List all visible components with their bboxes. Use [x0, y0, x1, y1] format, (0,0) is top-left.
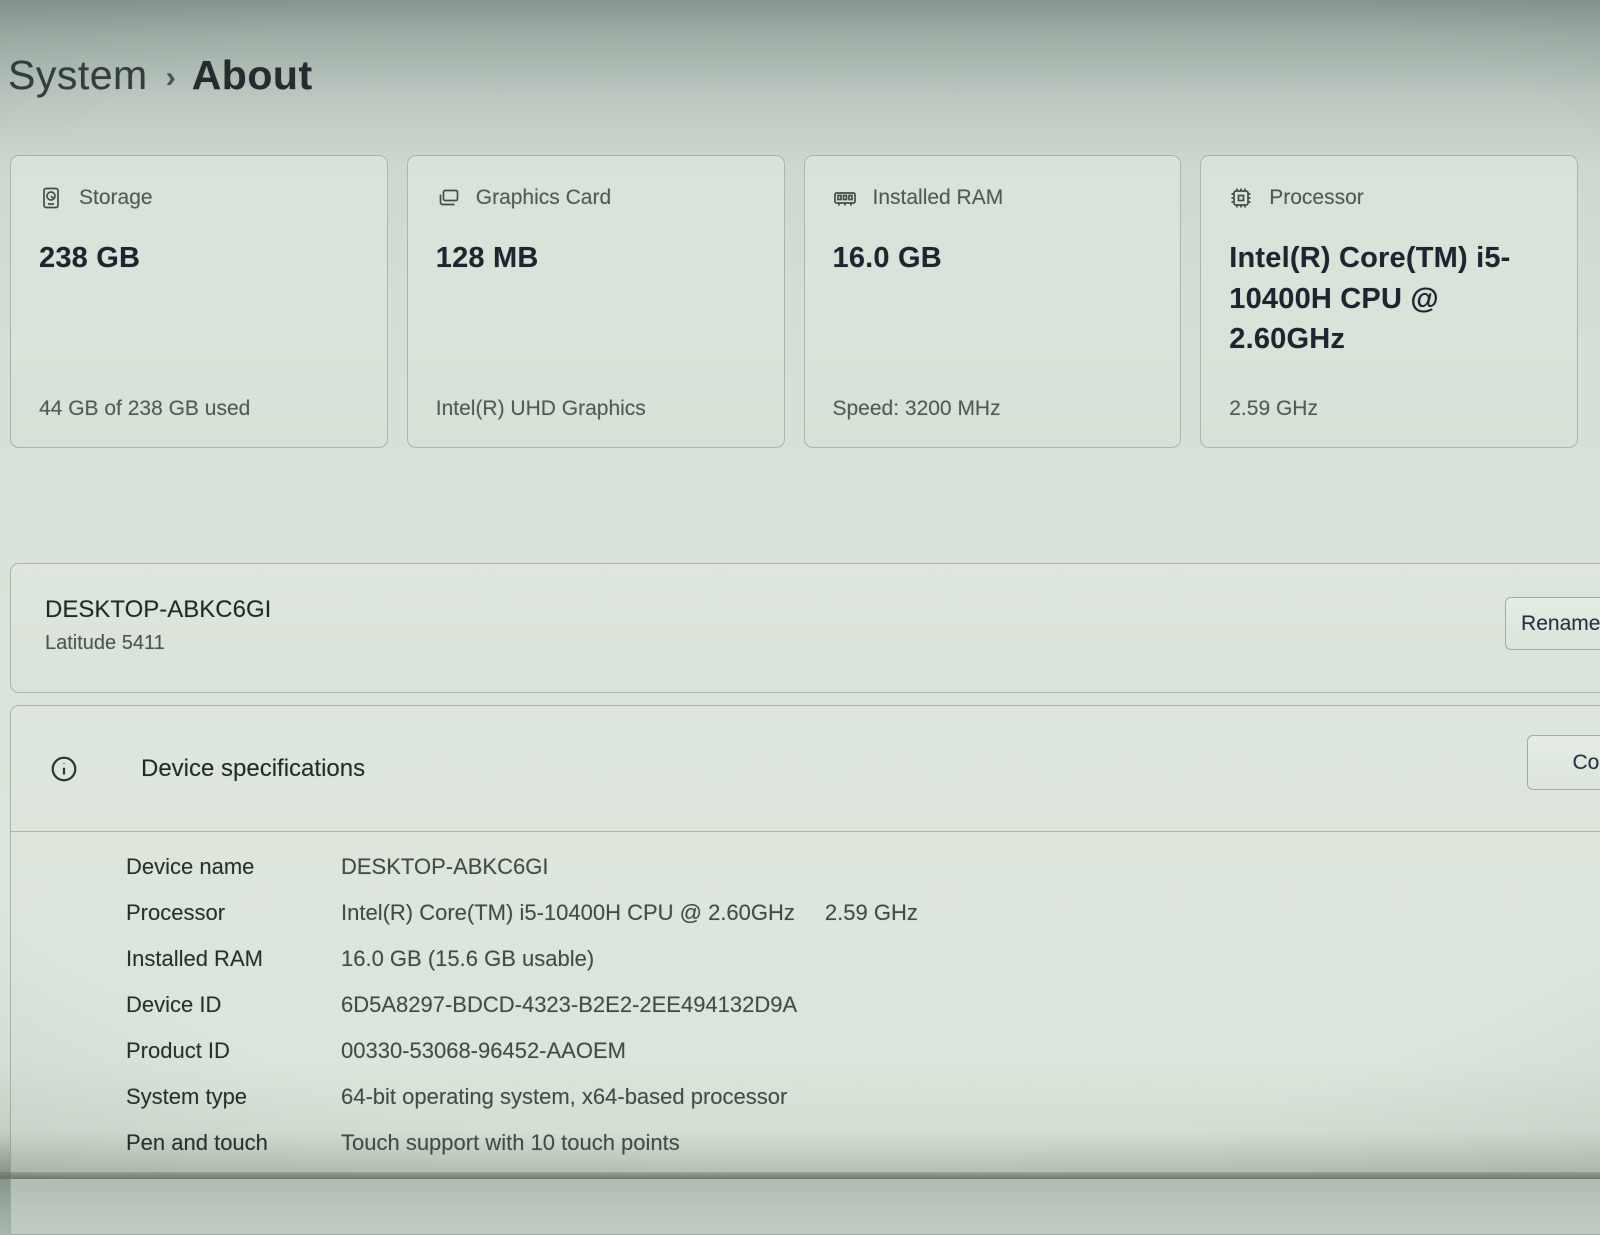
card-value: 16.0 GB: [833, 238, 1153, 279]
device-name: DESKTOP-ABKC6GI: [45, 596, 1600, 624]
spec-label: Installed RAM: [126, 946, 341, 972]
card-subtext: 44 GB of 238 GB used: [39, 397, 250, 421]
spec-label: Product ID: [126, 1038, 341, 1064]
device-specifications-card: Device specifications Device name DESKTO…: [10, 705, 1600, 1235]
specs-title: Device specifications: [141, 755, 365, 783]
spec-label: Processor: [126, 900, 341, 926]
spec-row: Pen and touch Touch support with 10 touc…: [126, 1130, 1600, 1176]
spec-label: Device ID: [126, 992, 341, 1018]
rename-pc-button[interactable]: Rename this PC: [1505, 597, 1600, 650]
spec-row: Product ID 00330-53068-96452-AAOEM: [126, 1038, 1600, 1084]
card-label: Installed RAM: [873, 186, 1004, 210]
spec-label: System type: [126, 1084, 341, 1110]
device-model: Latitude 5411: [45, 632, 1600, 655]
breadcrumb: System › About: [8, 52, 313, 99]
breadcrumb-system[interactable]: System: [8, 52, 148, 99]
card-value: 128 MB: [436, 238, 756, 279]
spec-value: DESKTOP-ABKC6GI: [341, 854, 548, 880]
spec-row: System type 64-bit operating system, x64…: [126, 1084, 1600, 1130]
card-subtext: Intel(R) UHD Graphics: [436, 397, 646, 421]
spec-row: Device name DESKTOP-ABKC6GI: [126, 854, 1600, 900]
spec-value: Intel(R) Core(TM) i5-10400H CPU @ 2.60GH…: [341, 900, 795, 926]
copy-button[interactable]: Copy: [1527, 735, 1600, 790]
specs-table: Device name DESKTOP-ABKC6GI Processor In…: [11, 832, 1600, 1176]
summary-card[interactable]: Processor Intel(R) Core(TM) i5-10400H CP…: [1200, 155, 1578, 448]
card-value: Intel(R) Core(TM) i5-10400H CPU @ 2.60GH…: [1229, 238, 1549, 360]
device-specifications-header[interactable]: Device specifications: [11, 706, 1600, 832]
storage-icon: [39, 186, 63, 210]
summary-card[interactable]: Graphics Card 128 MB Intel(R) UHD Graphi…: [407, 155, 785, 448]
spec-value: Touch support with 10 touch points: [341, 1130, 680, 1156]
summary-cards: Storage 238 GB 44 GB of 238 GB used Grap…: [10, 155, 1578, 448]
spec-value: 64-bit operating system, x64-based proce…: [341, 1084, 787, 1110]
spec-value: 6D5A8297-BDCD-4323-B2E2-2EE494132D9A: [341, 992, 797, 1018]
spec-value-secondary: 2.59 GHz: [825, 900, 918, 926]
spec-value: 00330-53068-96452-AAOEM: [341, 1038, 626, 1064]
spec-label: Device name: [126, 854, 341, 880]
summary-card[interactable]: Storage 238 GB 44 GB of 238 GB used: [10, 155, 388, 448]
processor-icon: [1229, 186, 1253, 210]
spec-row: Device ID 6D5A8297-BDCD-4323-B2E2-2EE494…: [126, 992, 1600, 1038]
page-title: About: [192, 52, 313, 99]
spec-row: Installed RAM 16.0 GB (15.6 GB usable): [126, 946, 1600, 992]
photo-bottom-edge: [0, 1172, 1600, 1179]
card-subtext: Speed: 3200 MHz: [833, 397, 1001, 421]
chevron-right-icon: ›: [166, 61, 176, 95]
card-value: 238 GB: [39, 238, 359, 279]
graphics-card-icon: [436, 186, 460, 210]
info-icon: [49, 754, 79, 784]
card-subtext: 2.59 GHz: [1229, 397, 1318, 421]
card-label: Graphics Card: [476, 186, 611, 210]
spec-value: 16.0 GB (15.6 GB usable): [341, 946, 594, 972]
card-label: Processor: [1269, 186, 1364, 210]
summary-card[interactable]: Installed RAM 16.0 GB Speed: 3200 MHz: [804, 155, 1182, 448]
spec-row: Processor Intel(R) Core(TM) i5-10400H CP…: [126, 900, 1600, 946]
spec-label: Pen and touch: [126, 1130, 341, 1156]
installed-ram-icon: [833, 186, 857, 210]
card-label: Storage: [79, 186, 153, 210]
device-name-bar: DESKTOP-ABKC6GI Latitude 5411: [10, 563, 1600, 693]
